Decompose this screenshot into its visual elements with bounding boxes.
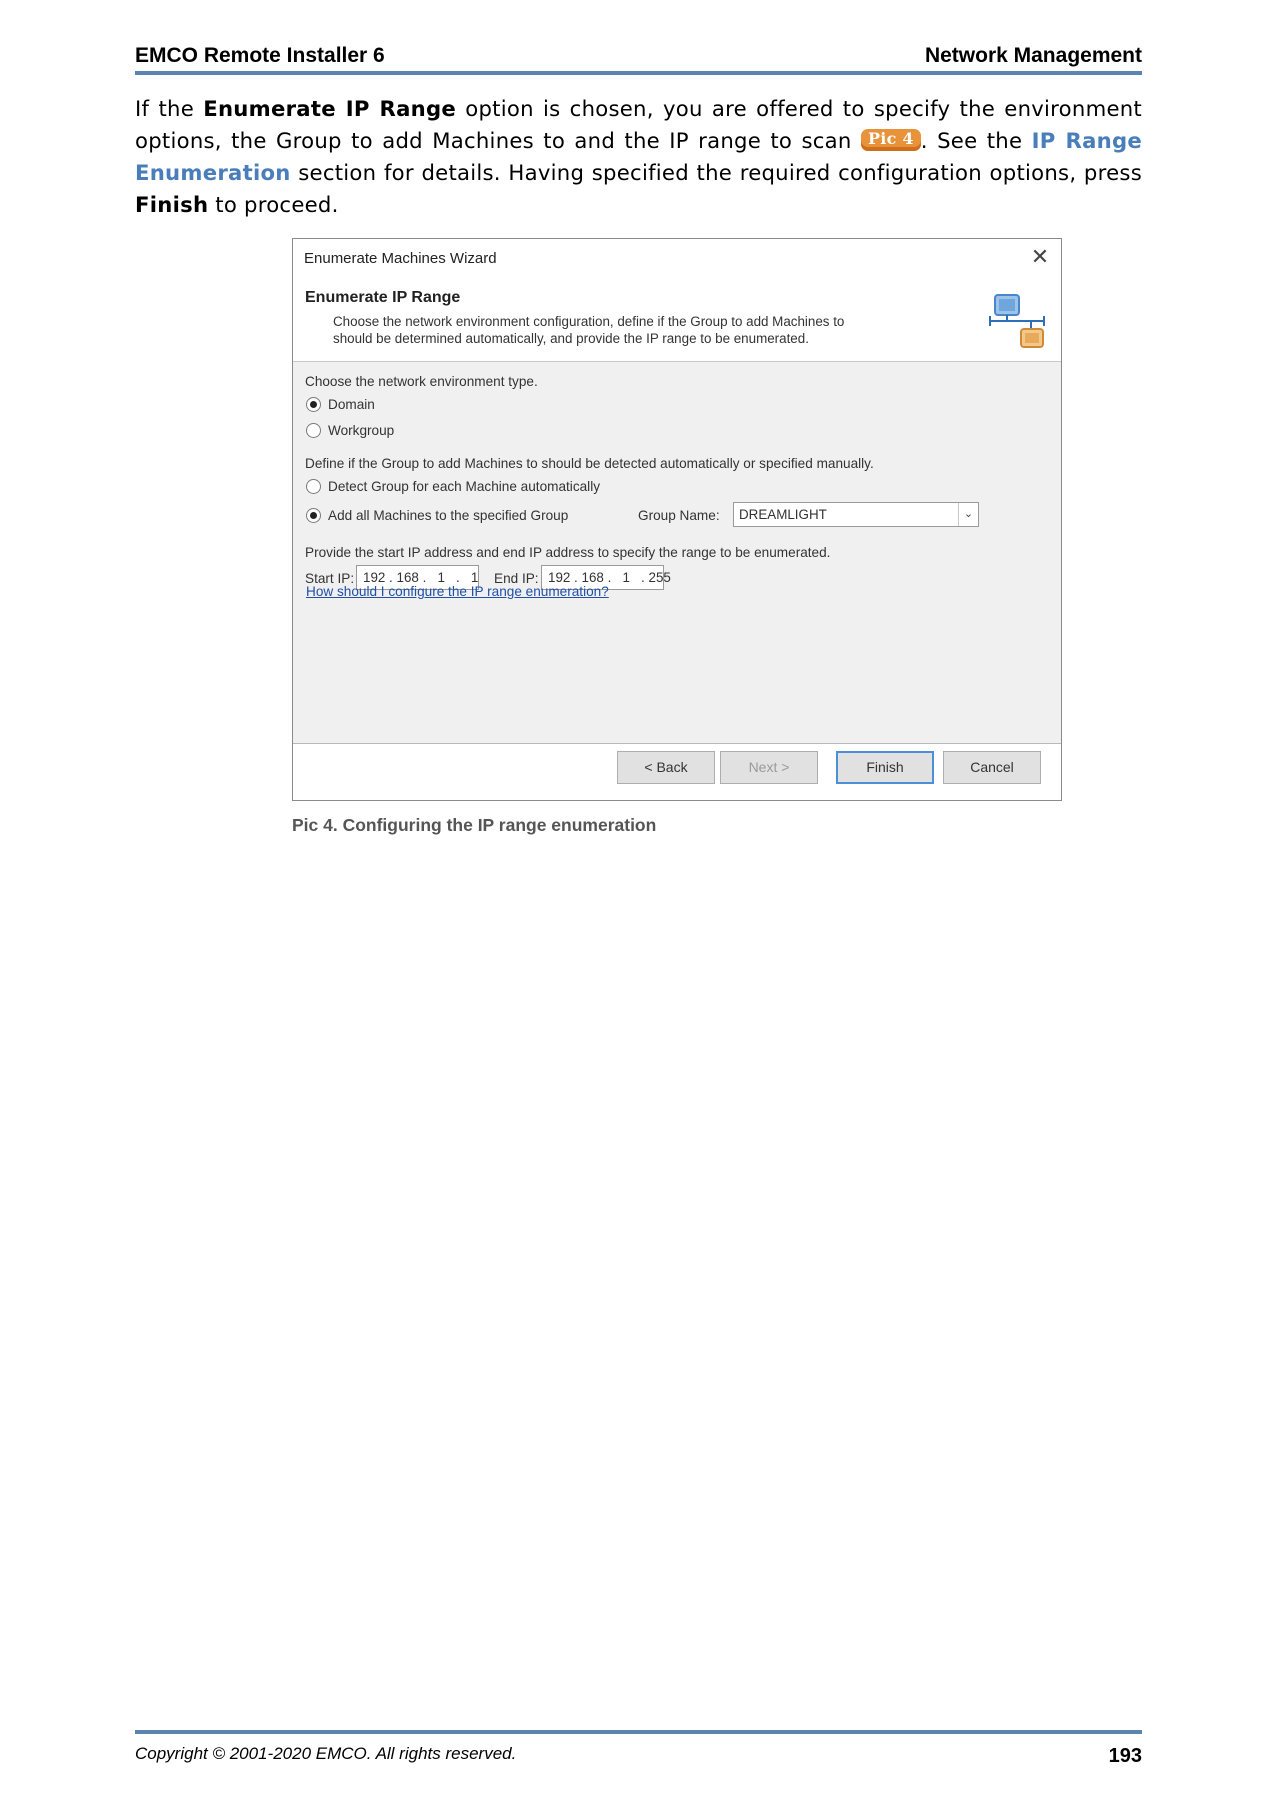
group-name-value: DREAMLIGHT (739, 507, 827, 522)
footer-rule (135, 1730, 1142, 1734)
copyright: Copyright © 2001-2020 EMCO. All rights r… (135, 1744, 517, 1763)
chevron-down-icon[interactable]: ⌄ (958, 503, 978, 526)
wizard-page-heading: Enumerate IP Range (305, 289, 461, 306)
specified-group-radio-label[interactable]: Add all Machines to the specified Group (328, 508, 568, 523)
header-title: EMCO Remote Installer 6 (135, 44, 385, 67)
group-mode-label: Define if the Group to add Machines to s… (305, 456, 874, 471)
wizard-dialog: Enumerate Machines Wizard ✕ Enumerate IP… (292, 238, 1062, 801)
dialog-title: Enumerate Machines Wizard (304, 250, 497, 267)
group-name-label: Group Name: (638, 508, 720, 523)
para-text: If the (135, 96, 204, 121)
para-text: to proceed. (208, 192, 339, 217)
domain-radio-label[interactable]: Domain (328, 397, 375, 412)
para-bold-finish: Finish (135, 192, 209, 217)
close-icon[interactable]: ✕ (1028, 245, 1052, 269)
detect-group-radio[interactable] (306, 479, 321, 494)
back-button[interactable]: < Back (617, 751, 715, 784)
cancel-button[interactable]: Cancel (943, 751, 1041, 784)
finish-button[interactable]: Finish (836, 751, 934, 784)
detect-group-radio-label[interactable]: Detect Group for each Machine automatica… (328, 479, 600, 494)
wizard-network-icon (989, 294, 1045, 348)
wizard-body: Choose the network environment type. Dom… (293, 362, 1061, 743)
para-bold-option: Enumerate IP Range (203, 96, 456, 121)
env-type-label: Choose the network environment type. (305, 374, 538, 389)
figure-caption: Pic 4. Configuring the IP range enumerat… (292, 815, 657, 835)
help-link[interactable]: How should I configure the IP range enum… (306, 584, 609, 599)
header-rule (135, 71, 1142, 75)
specified-group-radio[interactable] (306, 508, 321, 523)
workgroup-radio-label[interactable]: Workgroup (328, 423, 394, 438)
para-text: section for details. Having specified th… (290, 160, 1142, 185)
next-button[interactable]: Next > (720, 751, 818, 784)
header-section: Network Management (924, 44, 1142, 67)
group-name-combo[interactable]: DREAMLIGHT ⌄ (733, 502, 979, 527)
workgroup-radio[interactable] (306, 423, 321, 438)
page-number: 193 (1108, 1745, 1142, 1767)
ip-range-label: Provide the start IP address and end IP … (305, 545, 831, 560)
wizard-page-description: Choose the network environment configura… (333, 314, 845, 346)
footer-separator (293, 743, 1061, 744)
pic-reference-badge[interactable]: Pic 4 (860, 129, 921, 151)
body-paragraph: If the Enumerate IP Range option is chos… (135, 93, 1142, 221)
domain-radio[interactable] (306, 397, 321, 412)
para-text: . See the (920, 128, 1032, 153)
